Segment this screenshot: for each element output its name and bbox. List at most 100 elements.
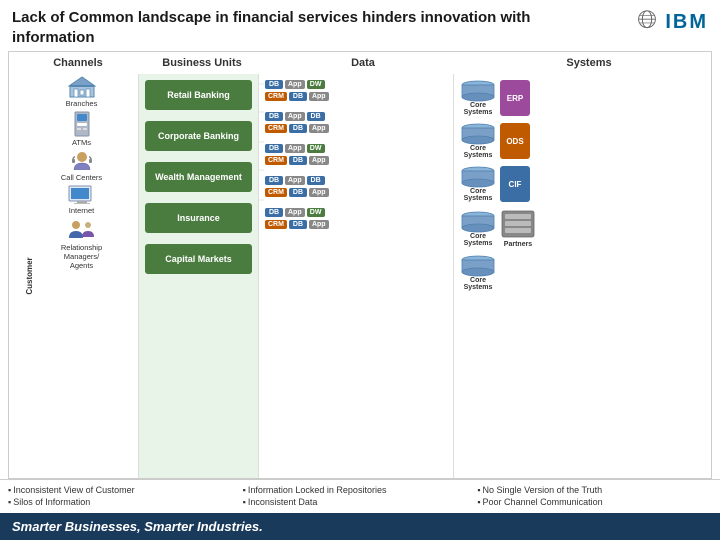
footer-item-6: ▪ Poor Channel Communication bbox=[477, 496, 712, 509]
ibm-logo: IBM bbox=[633, 8, 708, 36]
data-header: Data bbox=[259, 54, 459, 72]
data-row-2a: DB App DB bbox=[265, 112, 447, 121]
tag-dw: DW bbox=[307, 80, 325, 89]
footer-item-1: ▪ Inconsistent View of Customer bbox=[8, 484, 243, 497]
bu-corporate-banking: Corporate Banking bbox=[145, 121, 252, 151]
core-systems-label-1b: Systems bbox=[464, 109, 493, 116]
page: Lack of Common landscape in financial se… bbox=[0, 0, 720, 540]
core-systems-label-2b: Systems bbox=[464, 152, 493, 159]
tag-db: DB bbox=[289, 124, 307, 133]
channels-section: Customer Branches bbox=[9, 74, 139, 478]
data-row-1b: CRM DB App bbox=[265, 92, 447, 101]
header: Lack of Common landscape in financial se… bbox=[0, 0, 720, 51]
bottom-bar: Smarter Businesses, Smarter Industries. bbox=[0, 513, 720, 540]
page-title: Lack of Common landscape in financial se… bbox=[12, 8, 592, 47]
data-group-1: DB App DW CRM DB App bbox=[265, 80, 447, 103]
core-systems-2: Core Systems bbox=[460, 123, 496, 159]
core-systems-cylinder-5 bbox=[460, 255, 496, 277]
tag-app: App bbox=[309, 220, 329, 229]
core-systems-label-5b: Systems bbox=[464, 284, 493, 291]
data-group-3: DB App DW CRM DB App bbox=[265, 144, 447, 167]
bu-rows: Retail Banking Corporate Banking Wealth … bbox=[145, 78, 252, 280]
data-row-2b: CRM DB App bbox=[265, 124, 447, 133]
data-rows: DB App DW CRM DB App DB bbox=[265, 78, 447, 235]
relationship-managers-label: RelationshipManagers/Agents bbox=[61, 243, 102, 270]
footer-item-4: ▪ Inconsistent Data bbox=[243, 496, 478, 509]
atm-icon bbox=[73, 111, 91, 137]
ibm-globe-icon bbox=[633, 8, 661, 36]
core-systems-4: Core Systems bbox=[460, 211, 496, 247]
data-row-3b: CRM DB App bbox=[265, 156, 447, 165]
business-units-header: Business Units bbox=[139, 54, 259, 72]
sys-row-4: Core Systems Partners bbox=[460, 209, 705, 248]
data-row-1a: DB App DW bbox=[265, 80, 447, 89]
tag-db: DB bbox=[307, 112, 325, 121]
core-systems-1: Core Systems bbox=[460, 80, 496, 116]
footer-item-5: ▪ No Single Version of the Truth bbox=[477, 484, 712, 497]
tag-db: DB bbox=[307, 176, 325, 185]
footer-text-4: Inconsistent Data bbox=[248, 496, 318, 509]
data-row-5b: CRM DB App bbox=[265, 220, 447, 229]
data-group-4: DB App DB CRM DB App bbox=[265, 176, 447, 199]
tag-db: DB bbox=[289, 92, 307, 101]
footer-text-3: Information Locked in Repositories bbox=[248, 484, 387, 497]
core-systems-3: Core Systems bbox=[460, 166, 496, 202]
channels-header: Channels bbox=[9, 54, 139, 72]
footer-col-1: ▪ Inconsistent View of Customer ▪ Silos … bbox=[8, 484, 243, 509]
core-systems-label-4b: Systems bbox=[464, 240, 493, 247]
core-systems-label-1: Core bbox=[470, 102, 486, 109]
column-headers: Channels Business Units Data Systems bbox=[9, 52, 711, 74]
data-section: DB App DW CRM DB App DB bbox=[259, 74, 454, 478]
tag-crm: CRM bbox=[265, 188, 287, 197]
channel-relationship-managers: RelationshipManagers/Agents bbox=[27, 218, 136, 270]
bu-retail-banking: Retail Banking bbox=[145, 80, 252, 110]
branches-label: Branches bbox=[66, 99, 98, 108]
sys-rows: Core Systems ERP Co bbox=[460, 78, 705, 294]
data-row-4a: DB App DB bbox=[265, 176, 447, 185]
tag-app: App bbox=[309, 92, 329, 101]
sys-row-2: Core Systems ODS bbox=[460, 123, 705, 159]
footer-text-1: Inconsistent View of Customer bbox=[13, 484, 134, 497]
tag-app: App bbox=[309, 124, 329, 133]
data-group-5: DB App DW CRM DB App bbox=[265, 208, 447, 231]
core-systems-label-5: Core bbox=[470, 277, 486, 284]
core-systems-label-4: Core bbox=[470, 233, 486, 240]
bottom-bar-text: Smarter Businesses, Smarter Industries. bbox=[12, 519, 263, 534]
bu-wealth-management: Wealth Management bbox=[145, 162, 252, 192]
tag-dw: DW bbox=[307, 144, 325, 153]
footer-text-5: No Single Version of the Truth bbox=[483, 484, 603, 497]
bu-insurance: Insurance bbox=[145, 203, 252, 233]
diagram-area: Channels Business Units Data Systems Cus… bbox=[8, 51, 712, 479]
footer-text-2: Silos of Information bbox=[13, 496, 90, 509]
tag-db: DB bbox=[265, 176, 283, 185]
footer-text-6: Poor Channel Communication bbox=[483, 496, 603, 509]
ibm-logo-text: IBM bbox=[665, 11, 708, 34]
business-units-section: Retail Banking Corporate Banking Wealth … bbox=[139, 74, 259, 478]
internet-icon bbox=[68, 185, 96, 205]
channel-call-centers: Call Centers bbox=[27, 150, 136, 182]
customer-label: Customer bbox=[25, 257, 34, 294]
tag-app: App bbox=[309, 156, 329, 165]
bu-capital-markets: Capital Markets bbox=[145, 244, 252, 274]
cif-box: CIF bbox=[500, 166, 530, 202]
channel-branches: Branches bbox=[27, 76, 136, 108]
tag-app: App bbox=[285, 144, 305, 153]
footer-col-3: ▪ No Single Version of the Truth ▪ Poor … bbox=[477, 484, 712, 509]
footer-col-2: ▪ Information Locked in Repositories ▪ I… bbox=[243, 484, 478, 509]
tag-db: DB bbox=[289, 188, 307, 197]
atms-label: ATMs bbox=[72, 138, 91, 147]
tag-db: DB bbox=[265, 144, 283, 153]
call-centers-label: Call Centers bbox=[61, 173, 102, 182]
channel-internet: Internet bbox=[27, 185, 136, 215]
footer-item-2: ▪ Silos of Information bbox=[8, 496, 243, 509]
footer-bullets: ▪ Inconsistent View of Customer ▪ Silos … bbox=[0, 479, 720, 513]
core-systems-cylinder-3 bbox=[460, 166, 496, 188]
core-systems-5: Core Systems bbox=[460, 255, 496, 291]
partners-server-icon bbox=[500, 209, 536, 239]
core-systems-cylinder-2 bbox=[460, 123, 496, 145]
sys-row-3: Core Systems CIF bbox=[460, 166, 705, 202]
tag-db: DB bbox=[265, 112, 283, 121]
data-group-2: DB App DB CRM DB App bbox=[265, 112, 447, 135]
core-systems-cylinder-4 bbox=[460, 211, 496, 233]
tag-db: DB bbox=[265, 80, 283, 89]
